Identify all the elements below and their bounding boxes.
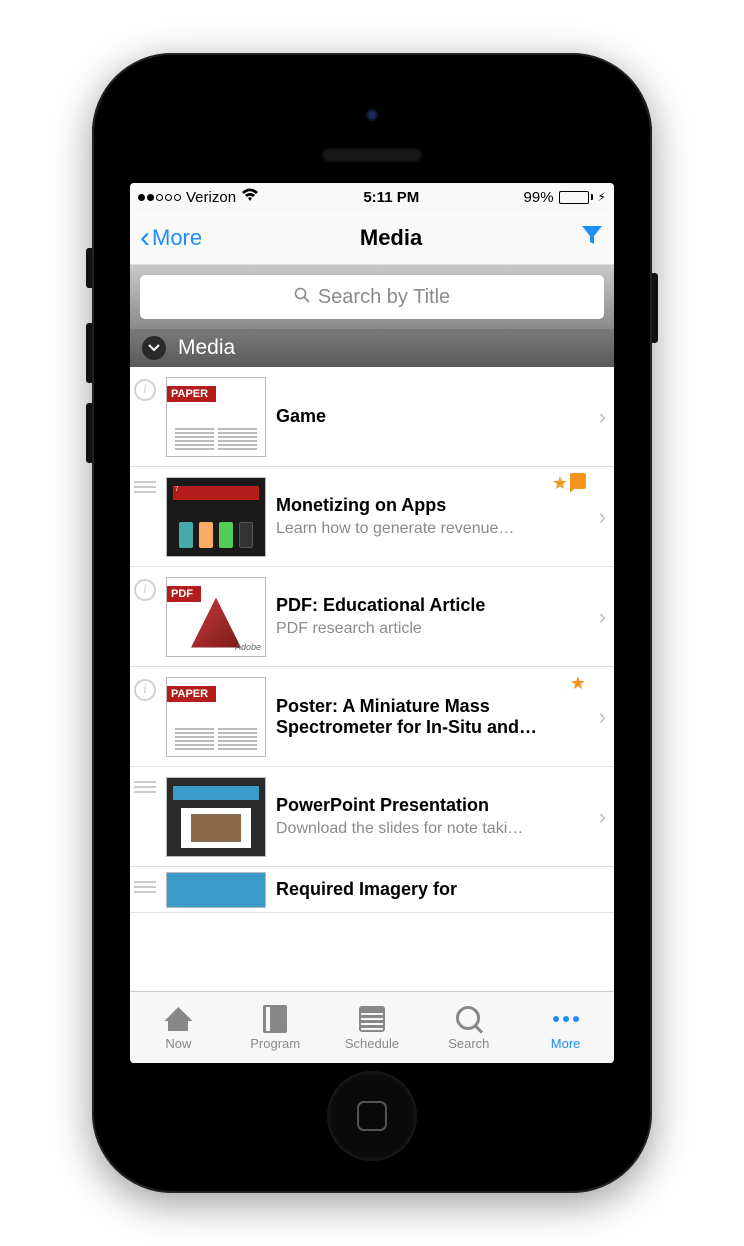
row-body: Required Imagery for [276, 879, 606, 900]
thumbnail: PAPER [166, 677, 266, 757]
item-title: Game [276, 406, 589, 427]
drag-handle-icon[interactable] [134, 481, 156, 493]
tab-label: More [551, 1036, 581, 1051]
filter-button[interactable] [580, 224, 604, 252]
star-icon: ★ [570, 673, 586, 694]
battery-percent: 99% [524, 189, 554, 206]
phone-frame: Verizon 5:11 PM 99% ⚡︎ ‹ More Media [92, 53, 652, 1193]
item-title: Monetizing on Apps [276, 495, 589, 516]
item-title: PDF: Educational Article [276, 595, 589, 616]
item-subtitle: PDF research article [276, 620, 589, 638]
house-icon [164, 1004, 192, 1034]
row-body: Monetizing on Apps Learn how to generate … [276, 495, 589, 538]
nav-bar: ‹ More Media [130, 211, 614, 265]
volume-down [86, 403, 92, 463]
star-icon: ★ [552, 473, 568, 494]
row-body: PowerPoint Presentation Download the slid… [276, 795, 589, 838]
wifi-icon [241, 188, 259, 207]
thumbnail: 7 [166, 477, 266, 557]
chevron-left-icon: ‹ [140, 223, 150, 253]
section-title: Media [178, 336, 235, 360]
cal-icon [359, 1004, 385, 1034]
item-subtitle: Learn how to generate revenue… [276, 520, 589, 538]
tab-label: Schedule [345, 1036, 399, 1051]
back-button[interactable]: ‹ More [140, 223, 202, 253]
row-body: Poster: A Miniature Mass Spectrometer fo… [276, 696, 589, 737]
chevron-right-icon: › [599, 604, 606, 630]
funnel-icon [580, 224, 604, 246]
mute-switch [86, 248, 92, 288]
item-title: Poster: A Miniature Mass Spectrometer fo… [276, 696, 589, 737]
note-icon [570, 473, 586, 489]
volume-up [86, 323, 92, 383]
row-body: PDF: Educational Article PDF research art… [276, 595, 589, 638]
item-badges: ★ [552, 473, 586, 494]
search-bar-container: Search by Title [130, 265, 614, 329]
back-label: More [152, 225, 202, 251]
thumbnail: PDFAdobe [166, 577, 266, 657]
tab-more[interactable]: More [517, 992, 614, 1063]
item-title: Required Imagery for [276, 879, 606, 900]
search-input[interactable]: Search by Title [140, 275, 604, 319]
info-icon[interactable]: i [134, 579, 156, 601]
list-item[interactable]: i PAPER Game › [130, 367, 614, 467]
carrier-label: Verizon [186, 189, 236, 206]
section-header[interactable]: Media [130, 329, 614, 367]
signal-icon [138, 194, 181, 201]
tab-now[interactable]: Now [130, 992, 227, 1063]
charging-icon: ⚡︎ [598, 190, 606, 204]
item-badges: ★ [570, 673, 586, 694]
chevron-right-icon: › [599, 704, 606, 730]
page-title: Media [360, 225, 422, 251]
battery-icon [559, 191, 593, 204]
tab-label: Search [448, 1036, 489, 1051]
list-item[interactable]: Required Imagery for [130, 867, 614, 913]
list-item[interactable]: PowerPoint Presentation Download the slid… [130, 767, 614, 867]
chevron-down-icon [142, 336, 166, 360]
item-title: PowerPoint Presentation [276, 795, 589, 816]
chevron-right-icon: › [599, 404, 606, 430]
dots-icon [553, 1004, 579, 1034]
drag-handle-icon[interactable] [134, 781, 156, 793]
tab-schedule[interactable]: Schedule [324, 992, 421, 1063]
info-icon[interactable]: i [134, 679, 156, 701]
list-item[interactable]: i PDFAdobe PDF: Educational Article PDF res… [130, 567, 614, 667]
clock: 5:11 PM [363, 189, 419, 206]
screen: Verizon 5:11 PM 99% ⚡︎ ‹ More Media [130, 183, 614, 1063]
tab-bar: Now Program Schedule Search More [130, 991, 614, 1063]
power-button [652, 273, 658, 343]
drag-handle-icon[interactable] [134, 881, 156, 893]
tab-label: Program [250, 1036, 300, 1051]
tab-label: Now [165, 1036, 191, 1051]
thumbnail [166, 872, 266, 908]
tab-search[interactable]: Search [420, 992, 517, 1063]
info-icon[interactable]: i [134, 379, 156, 401]
status-bar: Verizon 5:11 PM 99% ⚡︎ [130, 183, 614, 211]
tab-program[interactable]: Program [227, 992, 324, 1063]
list-item[interactable]: i PAPERPoster: A Miniature Mass Spectrome… [130, 667, 614, 767]
thumbnail [166, 777, 266, 857]
media-list[interactable]: i PAPER Game › 7 Monetizing on Apps Learn how … [130, 367, 614, 991]
chevron-right-icon: › [599, 804, 606, 830]
chevron-right-icon: › [599, 504, 606, 530]
search-icon [294, 287, 310, 308]
phone-speaker [322, 148, 422, 162]
thumbnail: PAPER [166, 377, 266, 457]
search-placeholder: Search by Title [318, 286, 450, 309]
item-subtitle: Download the slides for note taki… [276, 820, 589, 838]
row-body: Game [276, 406, 589, 427]
book-icon [263, 1004, 287, 1034]
mag-icon [456, 1004, 482, 1034]
list-item[interactable]: 7 Monetizing on Apps Learn how to generate… [130, 467, 614, 567]
home-button[interactable] [327, 1071, 417, 1161]
